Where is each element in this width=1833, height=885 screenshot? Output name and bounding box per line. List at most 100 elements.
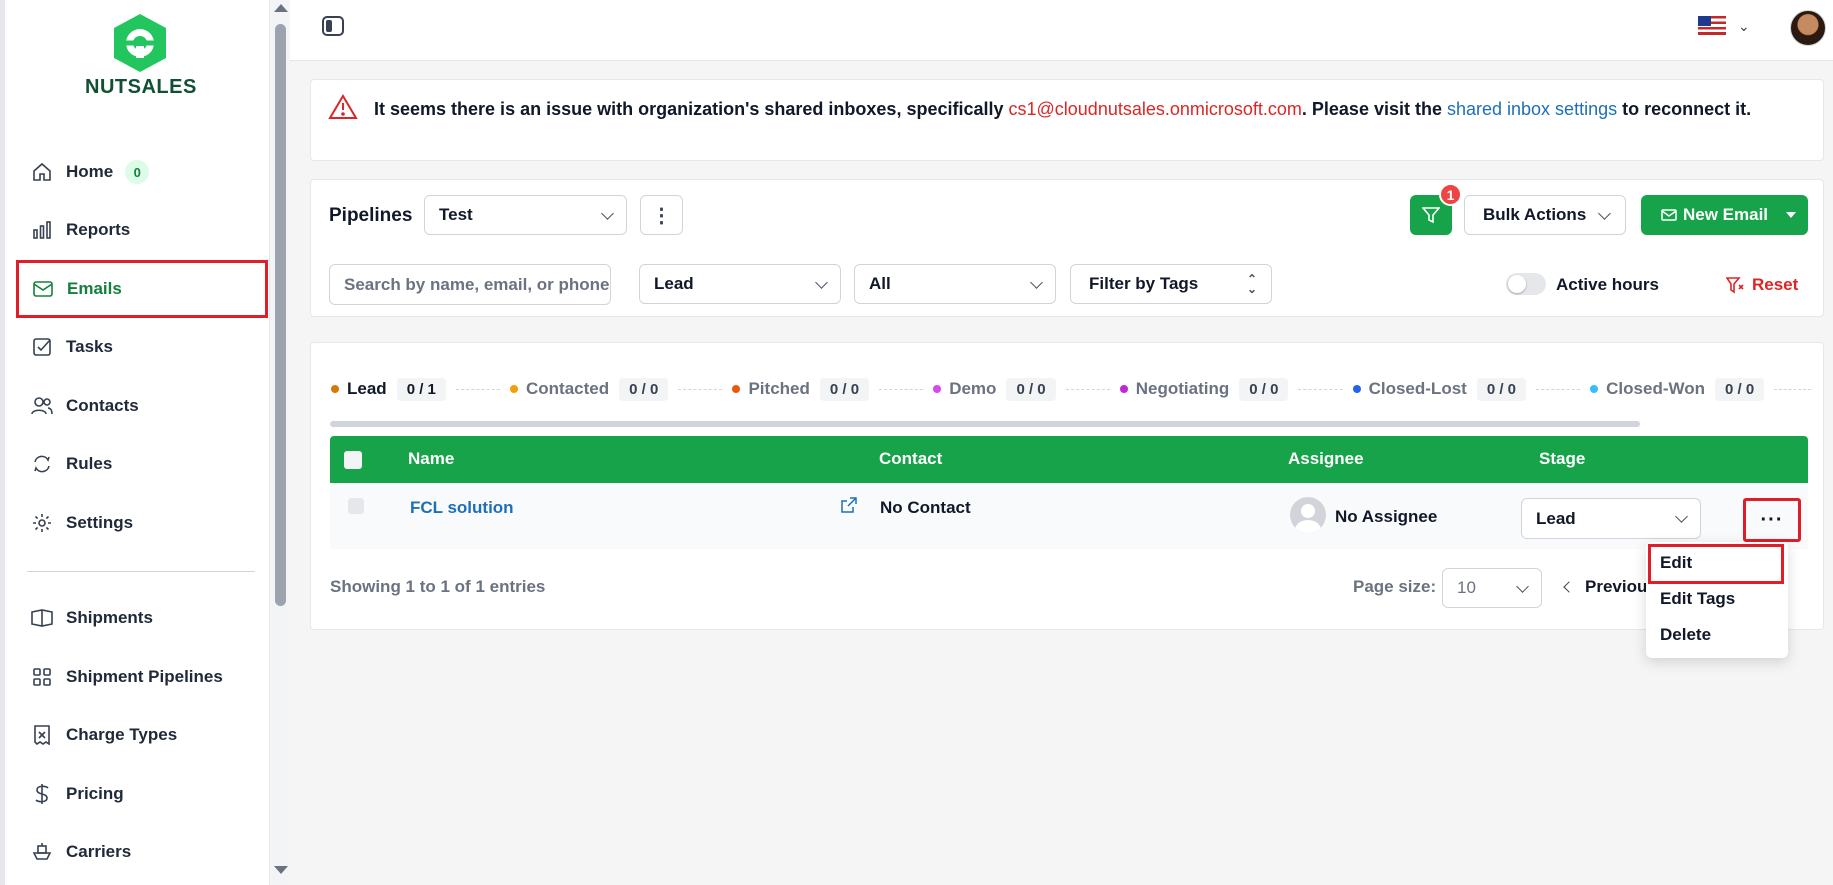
ship-icon xyxy=(31,841,53,863)
stage-count: 0 / 0 xyxy=(819,377,870,401)
stage-tab-contacted[interactable]: Contacted 0 / 0 xyxy=(510,377,669,401)
sidebar-item-contacts[interactable]: Contacts xyxy=(25,384,263,428)
pipeline-board-card: Lead 0 / 1 Contacted 0 / 0 Pitched 0 / 0… xyxy=(310,342,1824,630)
stage-tab-negotiating[interactable]: Negotiating 0 / 0 xyxy=(1119,377,1289,401)
scroll-down-arrow-icon[interactable] xyxy=(274,866,288,874)
row-stage-select[interactable]: Lead xyxy=(1521,498,1701,539)
pipeline-options-button[interactable]: ⋮ xyxy=(640,195,683,235)
row-actions-button[interactable]: ··· xyxy=(1743,498,1801,542)
entries-summary: Showing 1 to 1 of 1 entries xyxy=(330,577,546,596)
sidebar-item-settings[interactable]: Settings xyxy=(25,501,263,545)
pipeline-select[interactable]: Test xyxy=(424,195,627,235)
chevron-down-icon xyxy=(1030,276,1043,289)
active-hours-toggle[interactable] xyxy=(1506,273,1546,295)
alert-email: cs1@cloudnutsales.onmicrosoft.com xyxy=(1008,99,1302,119)
alert-suffix: to reconnect it. xyxy=(1617,99,1752,119)
tags-filter-select[interactable]: Filter by Tags ⌃ ⌄ xyxy=(1070,264,1272,304)
us-flag-icon[interactable] xyxy=(1698,16,1726,35)
home-icon xyxy=(31,161,53,183)
page-size-value: 10 xyxy=(1457,578,1476,597)
sidebar-item-charge-types[interactable]: Charge Types xyxy=(25,713,263,757)
reset-button[interactable]: Reset xyxy=(1726,275,1798,295)
language-chevron-down-icon[interactable]: ⌄ xyxy=(1738,18,1750,35)
sidebar-item-rules[interactable]: Rules xyxy=(25,442,263,486)
stage-name: Pitched xyxy=(748,379,810,398)
top-bar: ⌄ xyxy=(290,0,1833,61)
pipelines-label: Pipelines xyxy=(329,205,413,226)
sidebar-scroll-thumb[interactable] xyxy=(275,24,286,606)
page-size-label: Page size: xyxy=(1353,577,1437,596)
stage-tab-closed-lost[interactable]: Closed-Lost 0 / 0 xyxy=(1352,377,1527,401)
sidebar-item-label: Settings xyxy=(66,513,134,532)
stage-dot xyxy=(1352,385,1361,393)
alert-prefix: It seems there is an issue with organiza… xyxy=(374,99,1009,119)
sidebar-item-carriers[interactable]: Carriers xyxy=(25,830,263,874)
stage-dot xyxy=(933,385,942,393)
sidebar-item-shipments[interactable]: Shipments xyxy=(25,596,263,640)
stage-filter-select[interactable]: Lead xyxy=(639,264,841,304)
sidebar: NUTSALES Home 0 Reports Emails Tasks Con… xyxy=(0,0,270,885)
stage-count: 0 / 0 xyxy=(1715,377,1765,401)
stage-tab-pitched[interactable]: Pitched 0 / 0 xyxy=(732,377,870,401)
filters-card: Pipelines Test ⋮ 1 Bulk Actions New Emai… xyxy=(310,179,1824,317)
stage-name: Closed-Lost xyxy=(1368,379,1467,398)
stage-tabs-scrollbar[interactable] xyxy=(330,421,1640,427)
sidebar-divider xyxy=(27,571,255,572)
page-size-select[interactable]: 10 xyxy=(1442,568,1542,608)
select-all-checkbox[interactable] xyxy=(344,451,362,469)
menu-item-edit[interactable]: Edit xyxy=(1660,553,1692,573)
previous-page-button[interactable]: Previous xyxy=(1563,577,1657,597)
stage-tab-lead[interactable]: Lead 0 / 1 xyxy=(331,377,446,401)
stage-dot xyxy=(331,385,339,393)
sidebar-item-pricing[interactable]: Pricing xyxy=(25,772,263,816)
brand-logo[interactable]: NUTSALES xyxy=(85,12,197,99)
box-icon xyxy=(31,607,53,629)
sidebar-item-label: Carriers xyxy=(66,842,132,861)
column-header-contact[interactable]: Contact xyxy=(879,449,942,469)
column-header-assignee[interactable]: Assignee xyxy=(1288,449,1364,469)
column-header-stage[interactable]: Stage xyxy=(1539,449,1585,469)
column-header-name[interactable]: Name xyxy=(408,449,454,469)
sidebar-item-label: Reports xyxy=(66,220,131,239)
warning-triangle-icon xyxy=(328,94,358,119)
external-link-icon[interactable] xyxy=(841,497,857,513)
row-stage-value: Lead xyxy=(1536,508,1576,528)
stage-tab-demo[interactable]: Demo 0 / 0 xyxy=(933,377,1056,401)
new-email-button[interactable]: New Email xyxy=(1641,195,1808,235)
home-count-badge: 0 xyxy=(125,160,150,184)
sidebar-toggle-icon[interactable] xyxy=(322,16,344,36)
sidebar-item-reports[interactable]: Reports xyxy=(25,208,263,252)
tags-filter-value: Filter by Tags xyxy=(1089,274,1199,293)
stage-count: 0 / 1 xyxy=(396,377,446,401)
brand-name: NUTSALES xyxy=(85,76,197,98)
stage-name: Demo xyxy=(949,379,997,398)
stage-tab-closed-won[interactable]: Closed-Won 0 / 0 xyxy=(1590,377,1765,401)
sidebar-item-shipment-pipelines[interactable]: Shipment Pipelines xyxy=(25,655,263,699)
filter-count-badge: 1 xyxy=(1439,183,1462,206)
chevron-down-icon xyxy=(601,207,614,220)
sidebar-item-emails[interactable]: Emails xyxy=(16,260,268,318)
menu-item-edit-tags[interactable]: Edit Tags xyxy=(1660,589,1735,609)
search-input[interactable] xyxy=(329,264,611,305)
bulk-actions-button[interactable]: Bulk Actions xyxy=(1464,195,1626,235)
menu-item-delete[interactable]: Delete xyxy=(1660,625,1711,645)
table-header: Name Contact Assignee Stage xyxy=(330,436,1808,483)
new-email-dropdown-icon[interactable] xyxy=(1786,212,1796,218)
alert-middle: . Please visit the xyxy=(1301,99,1447,119)
all-filter-select[interactable]: All xyxy=(854,264,1056,304)
stage-tabs: Lead 0 / 1 Contacted 0 / 0 Pitched 0 / 0… xyxy=(331,376,1821,402)
sidebar-item-label: Contacts xyxy=(66,396,139,415)
row-checkbox[interactable] xyxy=(348,498,364,514)
checkbox-icon xyxy=(31,336,53,358)
row-name-link[interactable]: FCL solution xyxy=(410,498,514,518)
bulk-actions-label: Bulk Actions xyxy=(1483,205,1587,224)
user-avatar[interactable] xyxy=(1790,10,1826,46)
scroll-up-arrow-icon[interactable] xyxy=(274,4,288,12)
users-icon xyxy=(31,395,53,417)
assignee-avatar xyxy=(1290,497,1326,533)
stage-dot xyxy=(732,385,741,393)
shared-inbox-settings-link[interactable]: shared inbox settings xyxy=(1447,99,1617,119)
sidebar-item-home[interactable]: Home 0 xyxy=(25,150,263,194)
stage-name: Contacted xyxy=(526,379,610,398)
sidebar-item-tasks[interactable]: Tasks xyxy=(25,325,263,369)
